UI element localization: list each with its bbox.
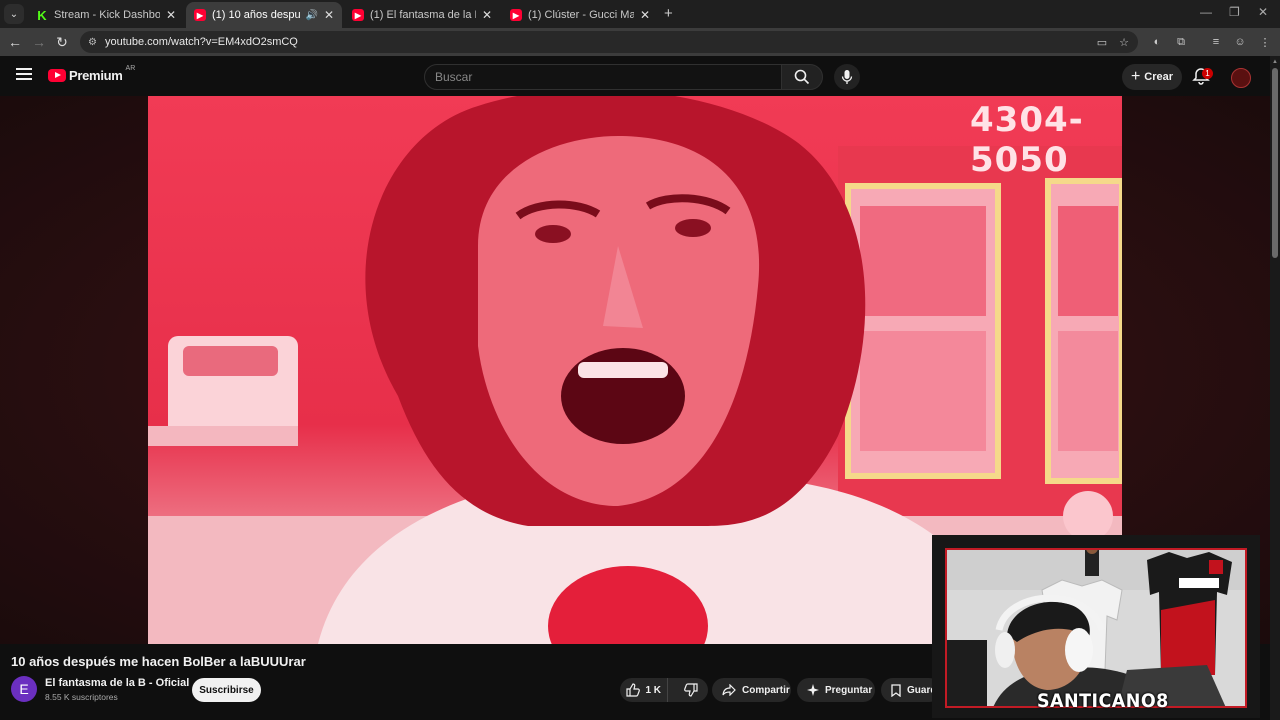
- dislike-button[interactable]: [674, 678, 708, 702]
- browser-menu-icon[interactable]: ⋮: [1257, 34, 1273, 50]
- tab-title: (1) El fantasma de la B - Oficial - YouT…: [370, 9, 476, 21]
- search-input[interactable]: Buscar: [424, 64, 782, 90]
- subscribe-button[interactable]: Suscribirse: [192, 678, 261, 702]
- streamer-webcam: [945, 548, 1247, 708]
- tab-cluster[interactable]: ▶ (1) Clúster - Gucci Mane en la tienda …: [502, 2, 658, 28]
- browser-toolbar: ← → ↻ ⚙ youtube.com/watch?v=EM4xdO2smCQ …: [0, 28, 1280, 56]
- minimize-icon[interactable]: —: [1200, 5, 1212, 19]
- like-count: 1 K: [645, 684, 662, 696]
- search-icon: [794, 69, 810, 85]
- restore-icon[interactable]: ❐: [1229, 5, 1240, 19]
- close-window-icon[interactable]: ✕: [1258, 5, 1268, 19]
- tab-current-video[interactable]: ▶ (1) 10 años después me hacen BolBer a …: [186, 2, 342, 28]
- scrollbar-thumb[interactable]: [1272, 68, 1278, 258]
- forward-arrow-icon[interactable]: →: [29, 32, 49, 52]
- sparkle-icon: [807, 684, 819, 696]
- tab-title: Stream - Kick Dashboard: [54, 9, 160, 21]
- scroll-up-icon[interactable]: ▲: [1272, 59, 1278, 65]
- search-button[interactable]: [781, 64, 823, 90]
- site-info-icon[interactable]: ⚙: [88, 37, 97, 48]
- share-label: Compartir: [742, 684, 790, 696]
- media-controls-icon[interactable]: ≡: [1208, 34, 1224, 50]
- bookmark-star-icon[interactable]: ☆: [1116, 34, 1132, 50]
- puzzle-extensions-icon[interactable]: ⧉: [1173, 34, 1189, 50]
- like-dislike-group: 1 K: [620, 678, 708, 702]
- speaker-icon[interactable]: 🔊: [305, 10, 317, 21]
- video-title: 10 años después me hacen BolBer a laBUUU…: [11, 654, 306, 669]
- share-button[interactable]: Compartir: [712, 678, 791, 702]
- streamer-name: SANTICANO8: [1037, 690, 1169, 712]
- country-code: AR: [125, 65, 136, 72]
- youtube-masthead: Premium AR Buscar + Crear 1: [0, 56, 1270, 96]
- logo-text: Premium: [69, 68, 123, 83]
- tab-channel[interactable]: ▶ (1) El fantasma de la B - Oficial - Yo…: [344, 2, 500, 28]
- close-tab-icon[interactable]: ✕: [482, 8, 492, 22]
- kick-logo-icon: K: [37, 7, 47, 23]
- extension-icon[interactable]: ◐: [1149, 34, 1165, 50]
- channel-avatar[interactable]: E: [11, 676, 37, 702]
- notification-badge: 1: [1202, 68, 1213, 79]
- webcam-image: [947, 550, 1245, 706]
- create-button[interactable]: + Crear: [1122, 64, 1182, 90]
- tab-search-button[interactable]: ⌄: [4, 4, 24, 24]
- thumbs-down-icon: [684, 683, 698, 697]
- like-button[interactable]: 1 K: [620, 678, 669, 702]
- menu-icon[interactable]: [16, 68, 32, 80]
- tab-title: (1) Clúster - Gucci Mane en la tienda: [528, 9, 634, 21]
- url-text: youtube.com/watch?v=EM4xdO2smCQ: [104, 36, 298, 48]
- microphone-icon: [841, 70, 853, 84]
- cast-icon[interactable]: ▭: [1094, 34, 1110, 50]
- profile-icon[interactable]: ☺: [1232, 34, 1248, 50]
- voice-search-button[interactable]: [834, 64, 860, 90]
- ask-button[interactable]: Preguntar: [797, 678, 875, 702]
- tab-title: (1) 10 años después me hacen BolBer a la…: [212, 9, 301, 21]
- search-placeholder: Buscar: [435, 70, 473, 84]
- address-bar[interactable]: ⚙ youtube.com/watch?v=EM4xdO2smCQ: [80, 31, 1138, 53]
- youtube-play-icon: [48, 69, 66, 82]
- bookmark-icon: [891, 683, 901, 697]
- youtube-icon: ▶: [352, 9, 364, 21]
- youtube-icon: ▶: [510, 9, 522, 21]
- new-tab-button[interactable]: +: [664, 5, 673, 22]
- video-overlay-text: 4304-5050: [970, 100, 1084, 180]
- thumbs-up-icon: [626, 683, 641, 697]
- close-tab-icon[interactable]: ✕: [324, 8, 334, 22]
- plus-icon: +: [1130, 68, 1141, 85]
- subscriber-count: 8.55 K suscriptores: [45, 692, 118, 702]
- account-avatar[interactable]: [1231, 68, 1251, 88]
- share-arrow-icon: [722, 684, 736, 696]
- channel-name[interactable]: El fantasma de la B - Oficial: [45, 677, 189, 689]
- back-arrow-icon[interactable]: ←: [5, 32, 25, 52]
- create-label: Crear: [1144, 71, 1174, 83]
- reload-icon[interactable]: ↻: [52, 32, 72, 52]
- youtube-icon: ▶: [194, 9, 206, 21]
- browser-tab-strip: ⌄ K Stream - Kick Dashboard ✕ ▶ (1) 10 a…: [0, 0, 1280, 28]
- page-scrollbar[interactable]: ▲: [1270, 56, 1280, 720]
- ask-label: Preguntar: [825, 684, 873, 696]
- youtube-premium-logo[interactable]: Premium AR: [48, 65, 136, 83]
- close-tab-icon[interactable]: ✕: [166, 8, 176, 22]
- tab-kick-dashboard[interactable]: K Stream - Kick Dashboard ✕: [28, 2, 184, 28]
- close-tab-icon[interactable]: ✕: [640, 8, 650, 22]
